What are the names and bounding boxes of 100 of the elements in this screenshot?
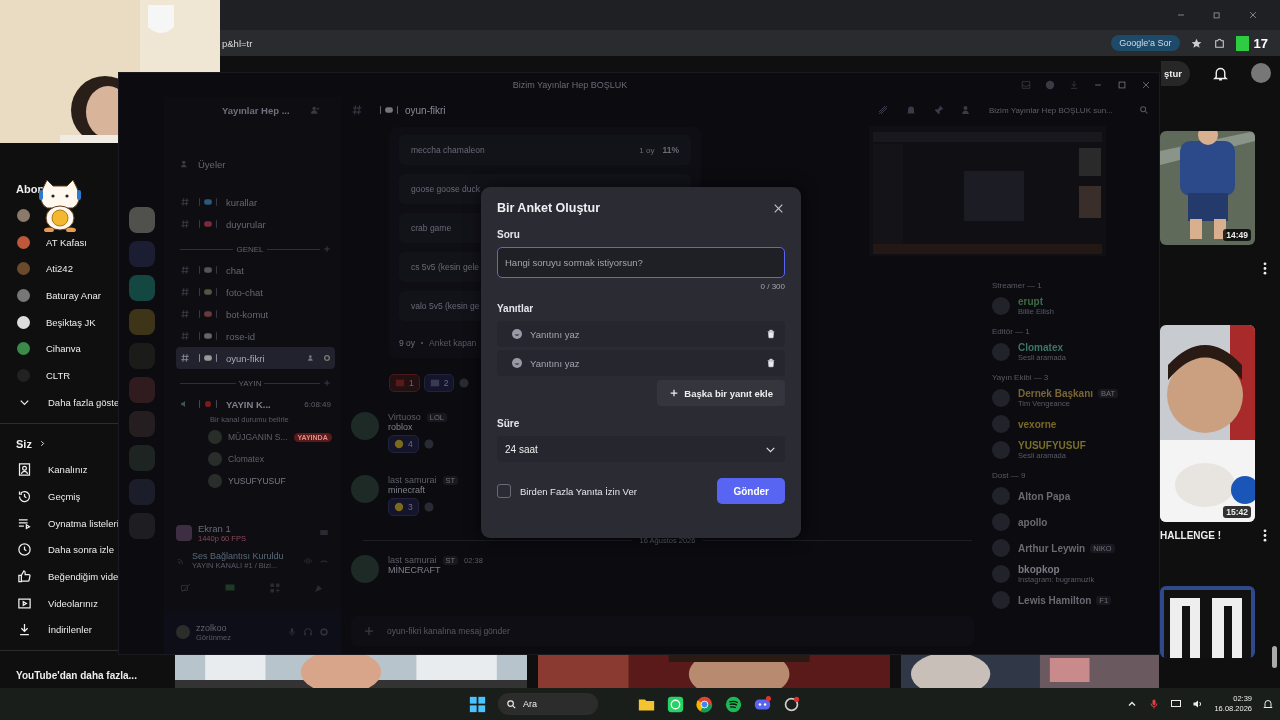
smiley-icon[interactable]	[511, 328, 523, 340]
pin-icon[interactable]	[933, 104, 945, 116]
trash-icon[interactable]	[766, 358, 776, 368]
close-icon[interactable]	[1248, 10, 1258, 20]
duration-dropdown[interactable]: 24 saat	[497, 436, 785, 462]
member-name[interactable]: apollo	[1018, 516, 1048, 528]
category-heading[interactable]: GENEL	[236, 244, 264, 254]
subscription-item[interactable]: AT Kafası	[46, 236, 87, 248]
subscription-item[interactable]: Beşiktaş JK	[46, 316, 96, 328]
section-heading[interactable]: Siz	[16, 437, 32, 450]
category-heading[interactable]: YAYIN	[238, 378, 262, 388]
channel-item[interactable]: duyurular	[176, 213, 335, 235]
restore-icon[interactable]	[1212, 10, 1222, 20]
message-text: MİNECRAFT	[388, 565, 442, 575]
channel-item[interactable]: foto-chat	[176, 281, 335, 303]
music-app-icon[interactable]	[725, 695, 742, 713]
bracketed-emoji-icon	[379, 105, 399, 115]
member-name[interactable]: Lewis Hamilton	[1018, 594, 1092, 606]
emoji-icon	[394, 439, 404, 449]
menu-item[interactable]: Videolarınız	[48, 597, 98, 609]
checkbox[interactable]	[497, 484, 511, 498]
extension-badge[interactable]: 17	[1235, 35, 1268, 51]
user-name[interactable]: zzolkoo	[196, 622, 231, 633]
ask-google-button[interactable]: Google'a Sor	[1111, 35, 1180, 51]
member-name[interactable]: YUSUFYUSUF	[1018, 440, 1086, 451]
member-name[interactable]: erupt	[1018, 296, 1043, 307]
message-author[interactable]: Virtuoso	[388, 412, 421, 422]
member-name[interactable]: bkopkop	[1018, 564, 1060, 575]
channel-item[interactable]: rose-id	[176, 325, 335, 347]
menu-item[interactable]: Beğendiğim vide	[48, 571, 119, 583]
subscription-item[interactable]: Ati242	[46, 263, 73, 275]
voice-channel-item[interactable]: YAYIN K... 6:08:49	[176, 393, 335, 415]
members-link[interactable]: Üyeler	[198, 158, 226, 170]
browser-icon[interactable]	[696, 695, 713, 713]
more-icon[interactable]	[1263, 262, 1267, 275]
search-field[interactable]: Ara	[498, 693, 598, 715]
reaction-chip[interactable]: 1	[389, 374, 420, 392]
member-name[interactable]: Clomatex	[1018, 342, 1063, 353]
more-icon[interactable]	[1263, 529, 1267, 542]
add-answer-button[interactable]: Başka bir yanıt ekle	[657, 380, 785, 406]
user-name[interactable]: Clomatex	[228, 454, 264, 464]
member-name[interactable]: Dernek Başkanı	[1018, 388, 1094, 399]
hash-icon	[180, 309, 190, 319]
member-name[interactable]: Alton Papa	[1018, 490, 1071, 502]
menu-item[interactable]: Oynatma listeleri	[48, 517, 119, 529]
puzzle-icon[interactable]	[1212, 36, 1226, 50]
answer-field[interactable]: Yanıtını yaz	[497, 321, 785, 347]
poll-option[interactable]: meccha chamaleon 1 oy 11%	[399, 135, 691, 165]
video-title[interactable]: HALLENGE !	[1160, 530, 1222, 541]
smiley-icon[interactable]	[511, 357, 523, 369]
scrollbar-thumb[interactable]	[1271, 646, 1277, 668]
subscription-item[interactable]: Baturay Anar	[46, 289, 101, 301]
server-icon[interactable]	[128, 207, 155, 233]
member-name[interactable]: vexorne	[1018, 418, 1057, 430]
menu-item[interactable]: Geçmiş	[48, 491, 81, 503]
star-icon[interactable]	[1189, 36, 1203, 50]
threads-icon[interactable]	[877, 104, 889, 116]
server-icon[interactable]	[128, 275, 155, 301]
search-field[interactable]: Bizim Yayınlar Hep BOŞLUK sun...	[989, 105, 1149, 115]
channel-item[interactable]: oyun-fikri	[176, 347, 335, 369]
checkbox-label[interactable]: Birden Fazla Yanıta İzin Ver	[520, 485, 637, 497]
create-button[interactable]: ştur	[1161, 60, 1190, 86]
server-name[interactable]: Yayınlar Hep ...	[222, 104, 290, 116]
channel-item[interactable]: bot-komut	[176, 303, 335, 325]
game-controller-icon[interactable]	[754, 695, 771, 713]
reaction-chip[interactable]: 3	[388, 498, 419, 516]
avatar[interactable]	[1250, 63, 1271, 83]
user-name[interactable]: YUSUFYUSUF	[228, 476, 286, 486]
close-icon[interactable]	[1141, 80, 1151, 90]
address-text[interactable]: p&hl=tr	[222, 37, 253, 49]
maximize-icon[interactable]	[1117, 80, 1127, 90]
channel-item[interactable]: kurallar	[176, 191, 335, 213]
menu-item[interactable]: Kanalınız	[48, 464, 88, 476]
monitor-icon[interactable]	[1170, 698, 1183, 710]
message-input[interactable]: oyun-fikri kanalına mesaj gönder	[351, 616, 974, 646]
member-group-heading: Editör — 1	[992, 327, 1031, 336]
menu-item[interactable]: İndirilenler	[48, 624, 92, 636]
dialog-title: Bir Anket Oluştur	[497, 201, 601, 215]
show-more-link[interactable]: Daha fazla göste	[48, 396, 120, 408]
subscription-item[interactable]: Cihanva	[46, 343, 81, 355]
menu-item[interactable]: Daha sonra izle	[48, 544, 114, 556]
notification-bell-icon[interactable]	[1262, 698, 1274, 710]
reaction-chip[interactable]: 2	[423, 374, 455, 392]
add-user-icon[interactable]	[309, 105, 320, 115]
trash-icon[interactable]	[766, 329, 776, 339]
message-author[interactable]: last samurai	[388, 475, 437, 485]
channel-item[interactable]: chat	[176, 259, 335, 281]
screen-share-icon[interactable]	[224, 582, 237, 594]
subscription-item[interactable]: CLTR	[46, 369, 71, 381]
message-author[interactable]: last samurai	[388, 555, 437, 565]
server-icon[interactable]	[128, 309, 155, 335]
member-name[interactable]: Arthur Leywin	[1018, 542, 1086, 554]
reaction-chip[interactable]: 4	[388, 435, 419, 453]
question-field[interactable]: Hangi soruyu sormak istiyorsun?	[497, 247, 785, 278]
chat-bubble-icon[interactable]	[667, 695, 684, 713]
answer-field[interactable]: Yanıtını yaz	[497, 350, 785, 376]
windows-start-icon[interactable]	[469, 695, 486, 713]
user-name[interactable]: MÜJGANIN S...	[228, 432, 288, 442]
submit-button[interactable]: Gönder	[717, 478, 785, 504]
add-user-icon[interactable]	[307, 354, 315, 362]
